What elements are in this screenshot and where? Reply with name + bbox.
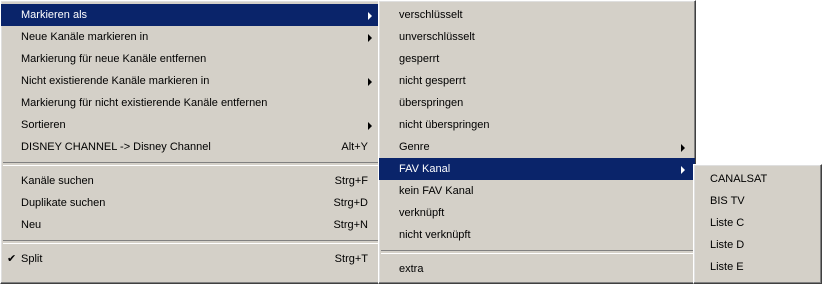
menu-item-bis-tv[interactable]: BIS TV [694,190,821,212]
menu-item-label: gesperrt [399,53,440,65]
menu-item-label: nicht überspringen [399,119,490,131]
menu-item-label: Nicht existierende Kanäle markieren in [21,75,210,87]
menu-item-duplikate-suchen[interactable]: Duplikate suchen Strg+D [1,192,382,214]
submenu-fav-kanal: CANALSAT BIS TV Liste C Liste D Liste E [693,164,822,284]
submenu-arrow-icon [368,12,372,20]
menu-item-fav-kanal[interactable]: FAV Kanal [379,158,695,180]
menu-item-nicht-gesperrt[interactable]: nicht gesperrt [379,70,695,92]
menu-item-label: Duplikate suchen [21,197,106,209]
menu-item-shortcut: Strg+D [333,197,368,209]
menu-item-label: kein FAV Kanal [399,185,474,197]
menu-item-extra[interactable]: extra [379,258,695,280]
menu-item-ueberspringen[interactable]: überspringen [379,92,695,114]
menu-item-label: verknüpft [399,207,445,219]
menu-item-label: Liste E [710,261,744,273]
menu-item-label: Markieren als [21,9,88,21]
menu-item-verknuepft[interactable]: verknüpft [379,202,695,224]
menu-item-genre[interactable]: Genre [379,136,695,158]
menu-item-label: Neu [21,219,42,231]
menu-item-shortcut: Strg+N [333,219,368,231]
menu-item-label: FAV Kanal [399,163,451,175]
submenu-arrow-icon [368,122,372,130]
submenu-arrow-icon [681,144,685,152]
menu-item-label: Liste C [710,217,745,229]
submenu-arrow-icon [681,166,685,174]
menu-item-markierung-nicht-existierende-entfernen[interactable]: Markierung für nicht existierende Kanäle… [1,92,382,114]
menu-item-liste-d[interactable]: Liste D [694,234,821,256]
menu-item-disney-channel[interactable]: DISNEY CHANNEL -> Disney Channel Alt+Y [1,136,382,158]
menu-separator [3,162,380,166]
menu-item-liste-c[interactable]: Liste C [694,212,821,234]
menu-item-shortcut: Strg+F [334,175,368,187]
menu-item-canalsat[interactable]: CANALSAT [694,168,821,190]
menu-item-verschluesselt[interactable]: verschlüsselt [379,4,695,26]
menu-item-label: Neue Kanäle markieren in [21,31,149,43]
menu-item-label: Markierung für nicht existierende Kanäle… [21,97,268,109]
menu-item-label: DISNEY CHANNEL -> Disney Channel [21,141,211,153]
menu-item-gesperrt[interactable]: gesperrt [379,48,695,70]
menu-item-label: Split [21,253,43,265]
context-menu-main: Markieren als Neue Kanäle markieren in M… [0,0,383,284]
menu-item-label: Kanäle suchen [21,175,94,187]
menu-item-unverschluesselt[interactable]: unverschlüsselt [379,26,695,48]
menu-item-neu[interactable]: Neu Strg+N [1,214,382,236]
menu-item-kanaele-suchen[interactable]: Kanäle suchen Strg+F [1,170,382,192]
submenu-arrow-icon [368,34,372,42]
menu-item-nicht-existierende-markieren[interactable]: Nicht existierende Kanäle markieren in [1,70,382,92]
submenu-arrow-icon [368,78,372,86]
menu-item-nicht-verknuepft[interactable]: nicht verknüpft [379,224,695,246]
menu-item-label: überspringen [399,97,464,109]
menu-item-neue-kanaele-markieren[interactable]: Neue Kanäle markieren in [1,26,382,48]
menu-item-liste-e[interactable]: Liste E [694,256,821,278]
menu-item-sortieren[interactable]: Sortieren [1,114,382,136]
menu-item-shortcut: Strg+T [334,253,368,265]
menu-item-label: Genre [399,141,430,153]
menu-separator [3,240,380,244]
menu-item-label: Liste D [710,239,745,251]
menu-item-label: verschlüsselt [399,9,463,21]
menu-item-label: BIS TV [710,195,745,207]
submenu-markieren-als: verschlüsselt unverschlüsselt gesperrt n… [378,0,696,284]
menu-item-nicht-ueberspringen[interactable]: nicht überspringen [379,114,695,136]
menu-item-split[interactable]: ✔ Split Strg+T [1,248,382,270]
menu-item-label: nicht gesperrt [399,75,466,87]
menu-item-label: CANALSAT [710,173,768,185]
menu-separator [381,250,693,254]
menu-item-label: nicht verknüpft [399,229,471,241]
menu-item-label: Markierung für neue Kanäle entfernen [21,53,207,65]
menu-item-markieren-als[interactable]: Markieren als [1,4,382,26]
menu-item-shortcut: Alt+Y [341,141,368,153]
menu-item-markierung-neue-entfernen[interactable]: Markierung für neue Kanäle entfernen [1,48,382,70]
checkmark-icon: ✔ [7,253,17,265]
menu-item-label: extra [399,263,424,275]
menu-item-kein-fav-kanal[interactable]: kein FAV Kanal [379,180,695,202]
menu-item-label: unverschlüsselt [399,31,475,43]
menu-item-label: Sortieren [21,119,66,131]
